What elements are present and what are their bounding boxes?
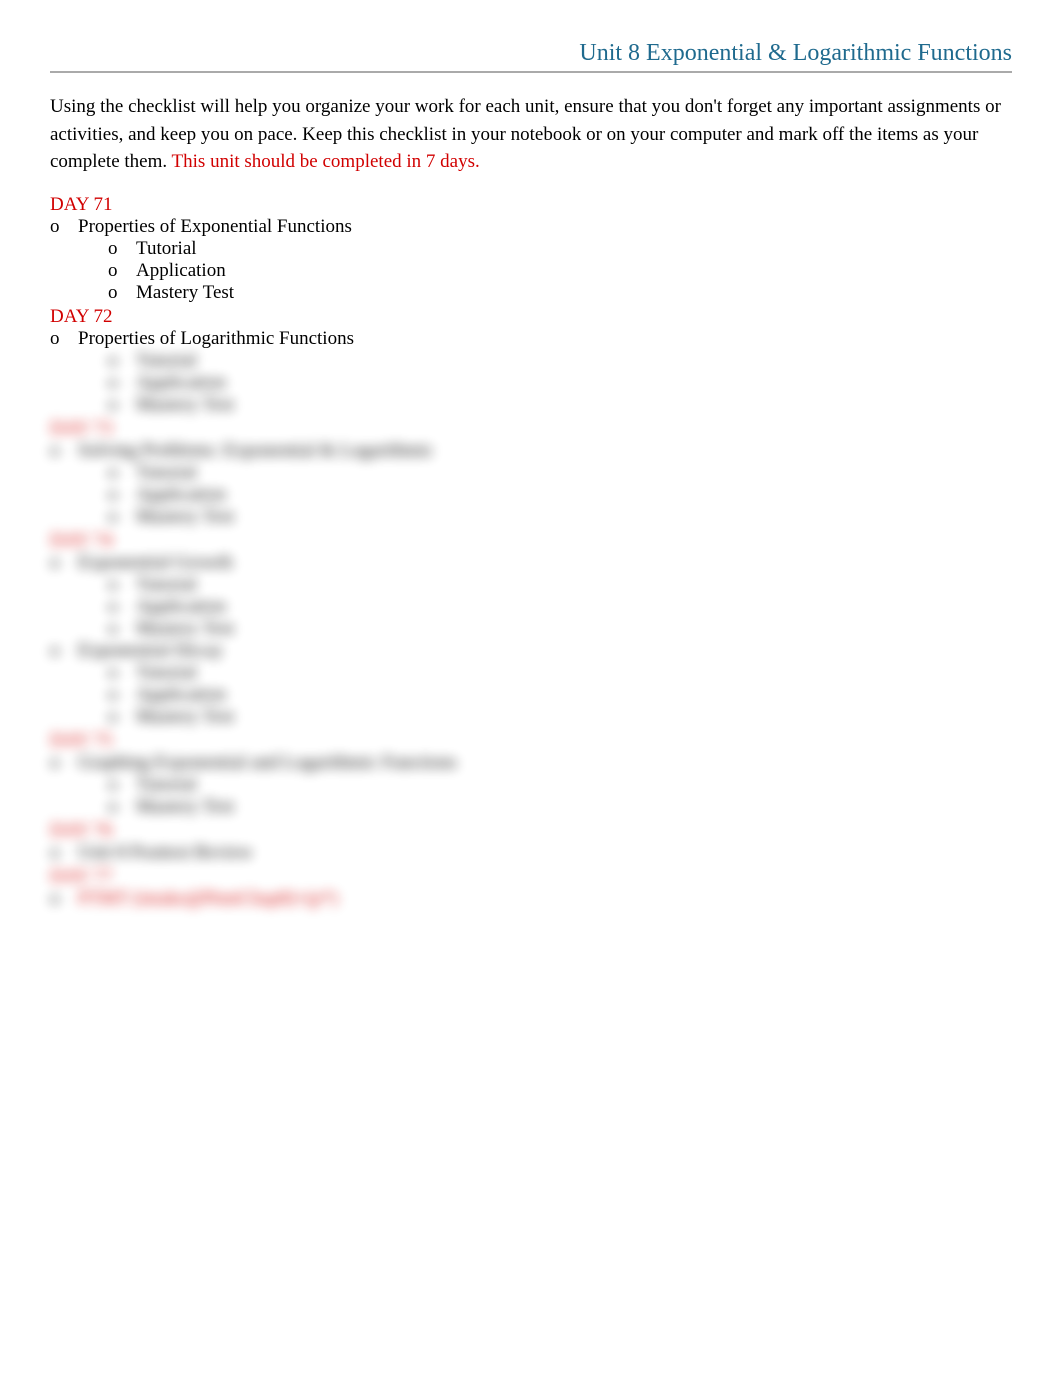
- sub-item-label: Mastery Test: [136, 618, 1012, 640]
- topic-title: PTMT (intake@PtmtChap8)+(p*): [78, 888, 1012, 910]
- sub-item: oMastery Test: [50, 618, 1012, 640]
- sub-item-label: Application: [136, 596, 1012, 618]
- bullet-marker: o: [108, 260, 136, 282]
- sub-item: oMastery Test: [50, 394, 1012, 416]
- day-header: DAY 72: [50, 306, 1012, 328]
- bullet-marker: o: [108, 506, 136, 528]
- sub-item-label: Mastery Test: [136, 706, 1012, 728]
- checklist-container: DAY 71oProperties of Exponential Functio…: [50, 194, 1012, 910]
- sub-item-label: Tutorial: [136, 462, 1012, 484]
- sub-item-label: Tutorial: [136, 238, 1012, 260]
- bullet-marker: o: [108, 774, 136, 796]
- bullet-marker: o: [108, 662, 136, 684]
- sub-item: oMastery Test: [50, 506, 1012, 528]
- sub-item: oApplication: [50, 484, 1012, 506]
- bullet-marker: o: [50, 640, 78, 662]
- topic-item: oUnit 8 Posttest Review: [50, 842, 1012, 864]
- topic-title: Exponential Decay: [78, 640, 1012, 662]
- sub-item-label: Application: [136, 684, 1012, 706]
- bullet-marker: o: [108, 684, 136, 706]
- sub-item: oMastery Test: [50, 796, 1012, 818]
- topic-item: oProperties of Exponential Functions: [50, 216, 1012, 238]
- sub-item: oMastery Test: [50, 282, 1012, 304]
- bullet-marker: o: [108, 282, 136, 304]
- sub-item-label: Application: [136, 484, 1012, 506]
- bullet-marker: o: [108, 462, 136, 484]
- bullet-marker: o: [50, 552, 78, 574]
- topic-item: oExponential Decay: [50, 640, 1012, 662]
- sub-item: oTutorial: [50, 774, 1012, 796]
- topic-item: oProperties of Logarithmic Functions: [50, 328, 1012, 350]
- topic-item: oExponential Growth: [50, 552, 1012, 574]
- topic-title: Properties of Logarithmic Functions: [78, 328, 1012, 350]
- sub-item-label: Application: [136, 372, 1012, 394]
- bullet-marker: o: [50, 216, 78, 238]
- day-header: DAY 74: [50, 530, 1012, 552]
- topic-title: Properties of Exponential Functions: [78, 216, 1012, 238]
- bullet-marker: o: [108, 706, 136, 728]
- sub-item-label: Mastery Test: [136, 394, 1012, 416]
- sub-item: oApplication: [50, 260, 1012, 282]
- sub-item: oTutorial: [50, 350, 1012, 372]
- bullet-marker: o: [50, 842, 78, 864]
- topic-item: oSolving Problems: Exponential & Logarit…: [50, 440, 1012, 462]
- sub-item: oMastery Test: [50, 706, 1012, 728]
- page-header: Unit 8 Exponential & Logarithmic Functio…: [50, 40, 1012, 73]
- day-header: DAY 73: [50, 418, 1012, 440]
- bullet-marker: o: [108, 394, 136, 416]
- bullet-marker: o: [108, 796, 136, 818]
- sub-item-label: Mastery Test: [136, 506, 1012, 528]
- topic-item: oGraphing Exponential and Logarithmic Fu…: [50, 752, 1012, 774]
- topic-title: Solving Problems: Exponential & Logarith…: [78, 440, 1012, 462]
- bullet-marker: o: [108, 618, 136, 640]
- topic-title: Graphing Exponential and Logarithmic Fun…: [78, 752, 1012, 774]
- bullet-marker: o: [50, 328, 78, 350]
- topic-title: Exponential Growth: [78, 552, 1012, 574]
- sub-item-label: Tutorial: [136, 574, 1012, 596]
- sub-item-label: Mastery Test: [136, 282, 1012, 304]
- sub-item-label: Application: [136, 260, 1012, 282]
- sub-item-label: Tutorial: [136, 662, 1012, 684]
- sub-item-label: Tutorial: [136, 350, 1012, 372]
- sub-item-label: Tutorial: [136, 774, 1012, 796]
- bullet-marker: o: [108, 484, 136, 506]
- topic-title: Unit 8 Posttest Review: [78, 842, 1012, 864]
- sub-item: oApplication: [50, 596, 1012, 618]
- sub-item: oTutorial: [50, 238, 1012, 260]
- bullet-marker: o: [50, 888, 78, 910]
- bullet-marker: o: [50, 440, 78, 462]
- sub-item: oTutorial: [50, 574, 1012, 596]
- day-header: DAY 76: [50, 820, 1012, 842]
- day-header: DAY 71: [50, 194, 1012, 216]
- sub-item: oApplication: [50, 372, 1012, 394]
- bullet-marker: o: [50, 752, 78, 774]
- sub-item: oApplication: [50, 684, 1012, 706]
- bullet-marker: o: [108, 238, 136, 260]
- bullet-marker: o: [108, 596, 136, 618]
- bullet-marker: o: [108, 574, 136, 596]
- sub-item: oTutorial: [50, 462, 1012, 484]
- bullet-marker: o: [108, 372, 136, 394]
- bullet-marker: o: [108, 350, 136, 372]
- day-header: DAY 75: [50, 730, 1012, 752]
- topic-item: oPTMT (intake@PtmtChap8)+(p*): [50, 888, 1012, 910]
- sub-item-label: Mastery Test: [136, 796, 1012, 818]
- unit-title: Unit 8 Exponential & Logarithmic Functio…: [579, 40, 1012, 66]
- day-header: DAY 77: [50, 866, 1012, 888]
- intro-red-text: This unit should be completed in 7 days.: [172, 151, 480, 172]
- sub-item: oTutorial: [50, 662, 1012, 684]
- intro-paragraph: Using the checklist will help you organi…: [50, 93, 1012, 176]
